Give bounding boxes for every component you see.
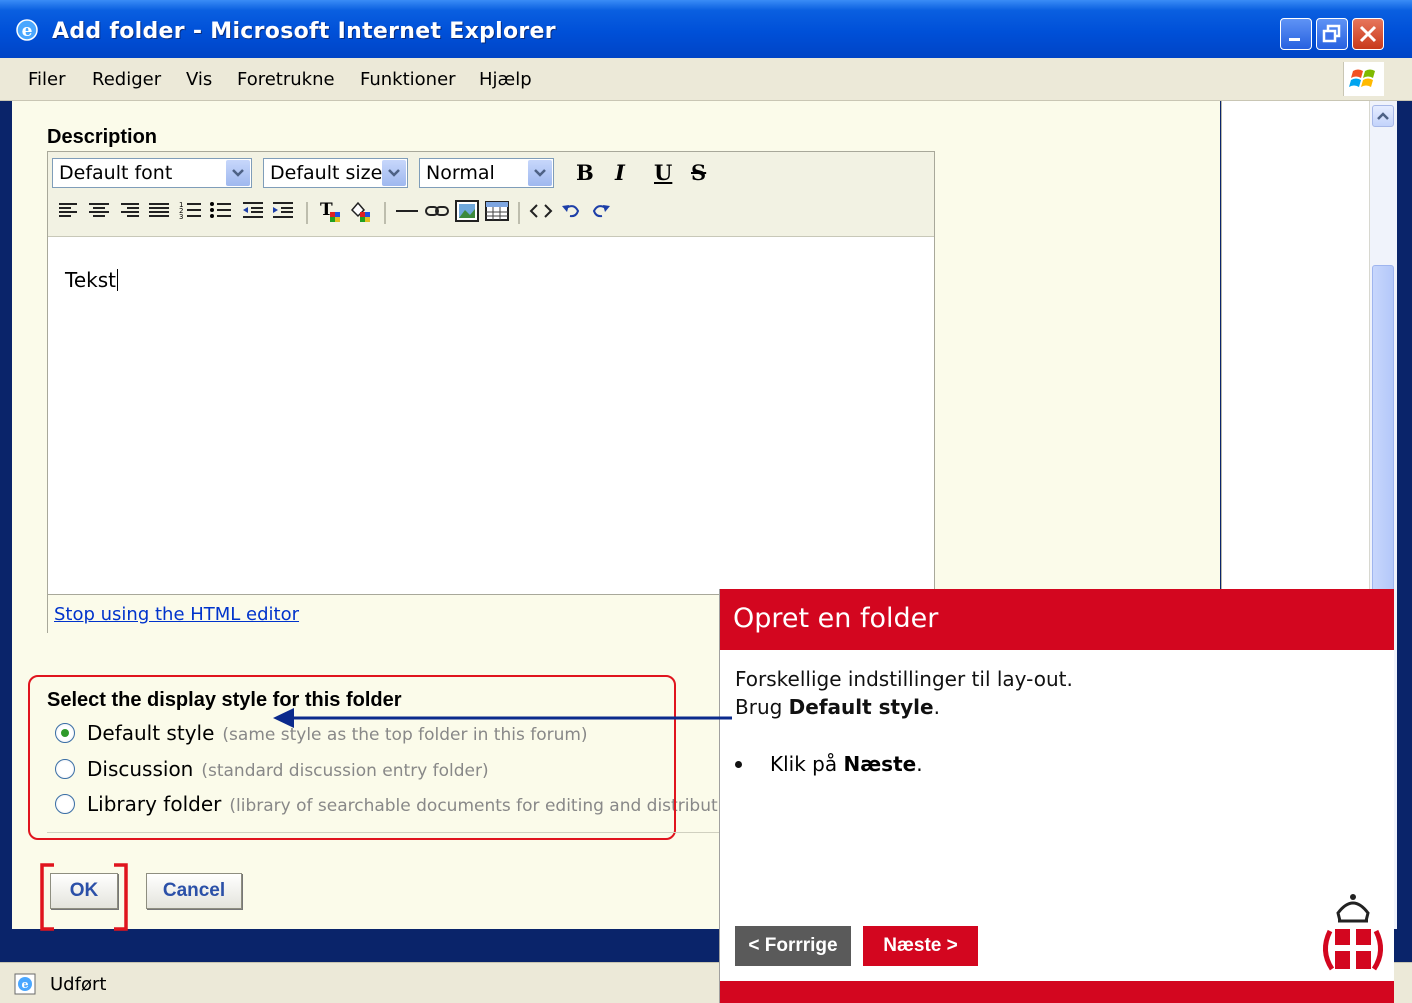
annotation-arrow-icon <box>273 708 732 728</box>
browser-window: e Add folder - Microsoft Internet Explor… <box>0 0 1412 1003</box>
